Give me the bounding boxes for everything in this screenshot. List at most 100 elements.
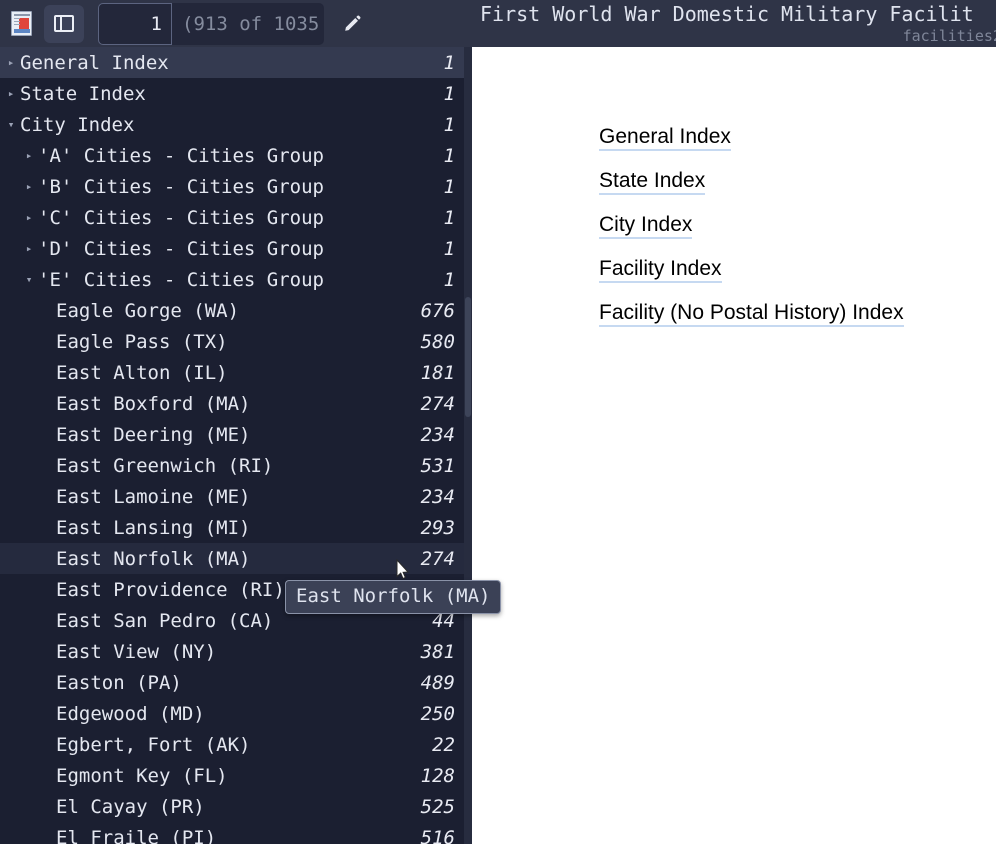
outline-row-page-number: 381: [420, 640, 455, 663]
chevron-right-icon[interactable]: ▸: [20, 181, 38, 192]
top-toolbar: (913 of 1035 First World War Domestic Mi…: [0, 0, 996, 47]
outline-row-page-number: 676: [420, 299, 455, 322]
outline-row[interactable]: ▸Easton (PA) 489: [0, 667, 464, 698]
tree-indent-spacer: ▸: [38, 832, 56, 843]
outline-row-label: East Boxford (MA): [56, 392, 251, 415]
outline-row-label: General Index: [20, 51, 169, 74]
outline-row-page-number: 1: [443, 206, 455, 229]
tree-indent-spacer: ▸: [38, 398, 56, 409]
outline-row-label: City Index: [20, 113, 135, 136]
document-page-view[interactable]: General Index State Index City Index Facili…: [472, 47, 996, 844]
outline-row[interactable]: ▸ General Index 1: [0, 47, 464, 78]
outline-row-label: 'C' Cities - Cities Group: [38, 206, 324, 229]
tree-indent-spacer: ▸: [38, 646, 56, 657]
outline-row[interactable]: ▸East Lamoine (ME) 234: [0, 481, 464, 512]
outline-row-page-number: 580: [420, 330, 455, 353]
outline-row[interactable]: ▾ City Index 1: [0, 109, 464, 140]
document-link-list: General Index State Index City Index Facili…: [599, 125, 904, 345]
outline-row-label: East Greenwich (RI): [56, 454, 274, 477]
document-index-link[interactable]: General Index: [599, 125, 731, 151]
sidebar-scrollbar[interactable]: [464, 47, 472, 844]
outline-row[interactable]: ▸Eagle Pass (TX) 580: [0, 326, 464, 357]
tree-indent-spacer: ▸: [38, 367, 56, 378]
outline-row-label: East Norfolk (MA): [56, 547, 251, 570]
tree-indent-spacer: ▸: [38, 708, 56, 719]
outline-row-label: East Alton (IL): [56, 361, 228, 384]
chevron-right-icon[interactable]: ▸: [2, 88, 20, 99]
outline-row-label: Eagle Pass (TX): [56, 330, 228, 353]
outline-row[interactable]: ▸ 'A' Cities - Cities Group 1: [0, 140, 464, 171]
outline-row[interactable]: ▸East Alton (IL) 181: [0, 357, 464, 388]
outline-row-page-number: 1: [443, 175, 455, 198]
outline-row-label: East Lansing (MI): [56, 516, 251, 539]
outline-row[interactable]: ▸East Greenwich (RI) 531: [0, 450, 464, 481]
tree-indent-spacer: ▸: [38, 739, 56, 750]
toolbar-left-group: (913 of 1035: [0, 0, 372, 47]
tree-indent-spacer: ▸: [38, 491, 56, 502]
outline-row-page-number: 274: [420, 547, 455, 570]
document-index-link[interactable]: State Index: [599, 169, 706, 195]
outline-sidebar[interactable]: ▸ General Index 1 ▸ State Index 1 ▾ City Index 1…: [0, 47, 472, 844]
outline-row[interactable]: ▸East Lansing (MI) 293: [0, 512, 464, 543]
outline-row[interactable]: ▸Egbert, Fort (AK) 22: [0, 729, 464, 760]
outline-row-label: East Lamoine (ME): [56, 485, 251, 508]
page-navigation-group: (913 of 1035: [98, 2, 324, 45]
tree-indent-spacer: ▸: [38, 429, 56, 440]
document-index-link[interactable]: City Index: [599, 213, 693, 239]
outline-row-label: Egmont Key (FL): [56, 764, 228, 787]
tree-indent-spacer: ▸: [38, 584, 56, 595]
outline-row-label: 'A' Cities - Cities Group: [38, 144, 324, 167]
outline-row-label: 'D' Cities - Cities Group: [38, 237, 324, 260]
outline-row[interactable]: ▸East Boxford (MA) 274: [0, 388, 464, 419]
outline-row-page-number: 250: [420, 702, 455, 725]
tree-indent-spacer: ▸: [38, 336, 56, 347]
sidebar-scrollbar-thumb[interactable]: [465, 297, 471, 417]
document-index-link[interactable]: Facility (No Postal History) Index: [599, 301, 904, 327]
outline-row[interactable]: ▸Eagle Gorge (WA) 676: [0, 295, 464, 326]
sidebar-panel-icon: [54, 15, 74, 32]
outline-row-label: El Cayay (PR): [56, 795, 205, 818]
edit-button[interactable]: [332, 5, 372, 43]
outline-row[interactable]: ▸El Cayay (PR) 525: [0, 791, 464, 822]
outline-row[interactable]: ▾ 'E' Cities - Cities Group 1: [0, 264, 464, 295]
tree-indent-spacer: ▸: [38, 553, 56, 564]
outline-row-label: Easton (PA): [56, 671, 182, 694]
outline-row[interactable]: ▸Edgewood (MD) 250: [0, 698, 464, 729]
chevron-right-icon[interactable]: ▸: [20, 212, 38, 223]
page-number-input[interactable]: [98, 2, 172, 45]
chevron-down-icon[interactable]: ▾: [2, 119, 20, 130]
outline-row[interactable]: ▸Egmont Key (FL) 128: [0, 760, 464, 791]
outline-tree: ▸ General Index 1 ▸ State Index 1 ▾ City Index 1…: [0, 47, 464, 844]
outline-row-page-number: 1: [443, 51, 455, 74]
tree-indent-spacer: ▸: [38, 305, 56, 316]
chevron-down-icon[interactable]: ▾: [20, 274, 38, 285]
outline-row-label: East Deering (ME): [56, 423, 251, 446]
outline-row-page-number: 1: [443, 144, 455, 167]
document-title: First World War Domestic Military Facili…: [480, 2, 974, 26]
outline-item-tooltip: East Norfolk (MA): [285, 580, 502, 614]
outline-row[interactable]: ▸ 'B' Cities - Cities Group 1: [0, 171, 464, 202]
outline-row[interactable]: ▸ State Index 1: [0, 78, 464, 109]
chevron-right-icon[interactable]: ▸: [2, 57, 20, 68]
chevron-right-icon[interactable]: ▸: [20, 150, 38, 161]
outline-row-label: 'E' Cities - Cities Group: [38, 268, 324, 291]
outline-row[interactable]: ▸East View (NY) 381: [0, 636, 464, 667]
outline-row-page-number: 234: [420, 423, 455, 446]
document-index-link[interactable]: Facility Index: [599, 257, 722, 283]
toggle-sidebar-button[interactable]: [44, 4, 84, 43]
outline-row[interactable]: ▸East Norfolk (MA) 274: [0, 543, 464, 574]
outline-row-label: Egbert, Fort (AK): [56, 733, 251, 756]
outline-row[interactable]: ▸ 'C' Cities - Cities Group 1: [0, 202, 464, 233]
outline-row[interactable]: ▸East Deering (ME) 234: [0, 419, 464, 450]
outline-row-label: Edgewood (MD): [56, 702, 205, 725]
outline-row[interactable]: ▸ 'D' Cities - Cities Group 1: [0, 233, 464, 264]
outline-row[interactable]: ▸El Fraile (PI) 516: [0, 822, 464, 844]
tree-indent-spacer: ▸: [38, 677, 56, 688]
document-subtitle: facilities2_p: [902, 27, 996, 45]
pdf-viewer-window: (913 of 1035 First World War Domestic Mi…: [0, 0, 996, 844]
chevron-right-icon[interactable]: ▸: [20, 243, 38, 254]
document-thumbnail-button[interactable]: [4, 6, 38, 42]
tree-indent-spacer: ▸: [38, 801, 56, 812]
outline-row-page-number: 234: [420, 485, 455, 508]
outline-row-label: East View (NY): [56, 640, 217, 663]
